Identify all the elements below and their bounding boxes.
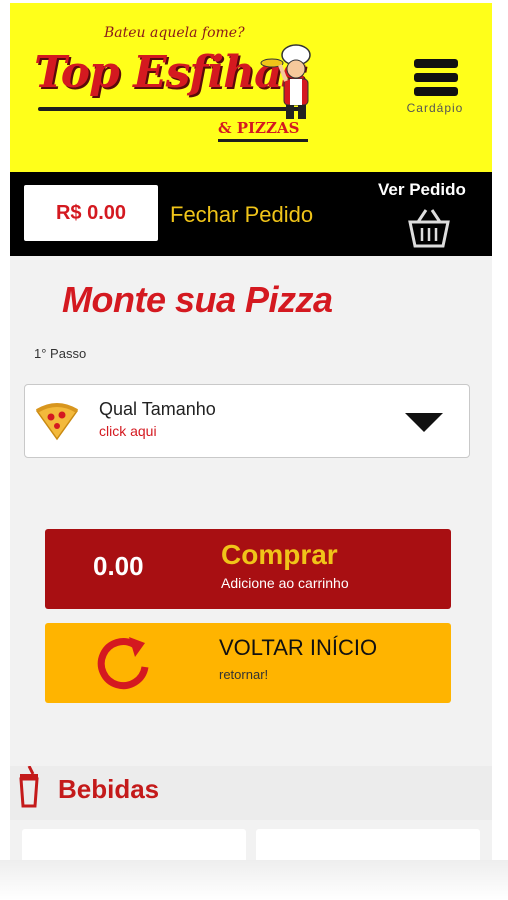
step-label: 1° Passo — [34, 346, 87, 361]
page-title: Monte sua Pizza — [62, 279, 333, 320]
app-frame: Bateu aquela fome? Top Esfihas & PIZZAS … — [10, 3, 492, 860]
view-order-label: Ver Pedido — [378, 180, 466, 199]
buy-button[interactable]: 0.00 Comprar Adicione ao carrinho — [45, 529, 451, 609]
drinks-section-header[interactable]: Bebidas — [10, 766, 492, 820]
back-label: VOLTAR INÍCIO — [219, 635, 378, 660]
buy-sublabel: Adicione ao carrinho — [221, 575, 349, 591]
page-bottom-fade — [0, 860, 508, 900]
drink-card[interactable] — [256, 829, 480, 860]
view-order-button[interactable]: Ver Pedido — [370, 180, 490, 250]
header: Bateu aquela fome? Top Esfihas & PIZZAS … — [10, 3, 492, 172]
brand-sub-underline — [218, 139, 308, 142]
basket-icon — [408, 209, 450, 248]
size-select-title: Qual Tamanho — [99, 399, 216, 419]
order-bar: R$ 0.00 Fechar Pedido Ver Pedido — [10, 172, 492, 256]
size-select[interactable]: Qual Tamanho click aqui — [24, 384, 470, 458]
drink-cup-icon — [19, 766, 39, 808]
buy-total: 0.00 — [93, 551, 144, 581]
drink-card[interactable] — [22, 829, 246, 860]
hamburger-icon — [414, 59, 458, 99]
brand-tagline: Bateu aquela fome? — [104, 25, 245, 41]
order-total: R$ 0.00 — [24, 185, 158, 241]
refresh-icon — [97, 637, 149, 690]
dropdown-arrow-icon — [405, 413, 443, 432]
drinks-label: Bebidas — [58, 774, 160, 804]
close-order-button[interactable]: Fechar Pedido — [170, 202, 313, 228]
brand-logo[interactable]: Bateu aquela fome? Top Esfihas & PIZZAS — [28, 21, 328, 161]
back-sublabel: retornar! — [219, 667, 269, 682]
size-select-hint: click aqui — [99, 423, 157, 439]
brand-subtitle: & PIZZAS — [218, 119, 300, 137]
buy-label: Comprar — [221, 539, 338, 570]
pizza-slice-icon — [35, 403, 79, 441]
menu-label: Cardápio — [406, 101, 464, 115]
back-to-start-button[interactable]: VOLTAR INÍCIO retornar! — [45, 623, 451, 703]
chef-mascot-icon — [260, 44, 311, 119]
menu-button[interactable]: Cardápio — [392, 57, 478, 127]
